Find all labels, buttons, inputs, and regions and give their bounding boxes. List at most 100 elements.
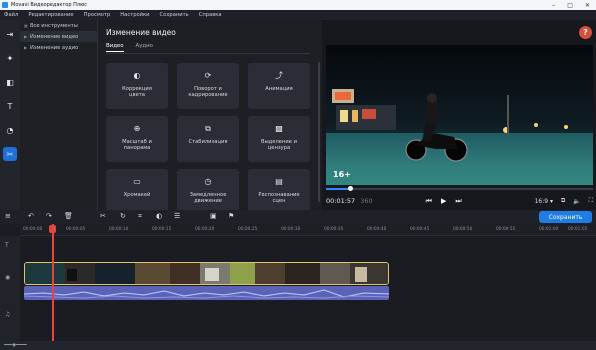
properties-icon[interactable]: ☰: [174, 212, 180, 220]
zoom-slider[interactable]: ━━━◉━━━━: [4, 343, 27, 348]
tools-tree: ▦ Все инструменты ▶ Изменение видео ▶ Измен…: [20, 20, 98, 210]
menu-save[interactable]: Сохранить: [160, 12, 189, 18]
add-track-icon[interactable]: ≡: [5, 212, 11, 220]
menu-edit[interactable]: Редактирование: [28, 12, 73, 18]
maximize-icon[interactable]: □: [567, 2, 573, 9]
tool-label: Масштаб и панорама: [122, 139, 152, 151]
ruler-tick: 00:00:30: [281, 227, 301, 232]
magic-wand-icon[interactable]: ✦: [3, 51, 17, 65]
ruler-tick: 00:00:55: [496, 227, 516, 232]
seek-bar[interactable]: [326, 186, 593, 191]
ruler-tick: 00:00:45: [410, 227, 430, 232]
tool-label: Распознавание сцен: [258, 192, 300, 204]
tool-zoom-pan[interactable]: ⊕ Масштаб и панорама: [106, 116, 168, 162]
save-button[interactable]: Сохранить: [539, 211, 592, 223]
menu-settings[interactable]: Настройки: [120, 12, 149, 18]
ruler-tick: 00:00:25: [238, 227, 258, 232]
tab-video[interactable]: Видео: [106, 43, 124, 52]
panel-scrollbar[interactable]: [318, 62, 320, 202]
stickers-icon[interactable]: ◔: [3, 123, 17, 137]
cut-icon[interactable]: ✂: [100, 212, 106, 220]
playback-controls: 00:01:57 360 ⏮ ▶ ⏭ 16:9 ▾ ⧉ 🔈 ⛶: [326, 195, 593, 207]
detach-preview-icon[interactable]: ⧉: [561, 197, 565, 205]
titles-icon[interactable]: T: [3, 99, 17, 113]
text-track-icon: T: [5, 242, 9, 249]
tool-label: Хромакей: [123, 192, 151, 198]
redo-icon[interactable]: ↷: [46, 212, 52, 220]
minimize-icon[interactable]: –: [552, 2, 555, 9]
preview-area: ? 16+ 00:01:57 360 ⏮ ▶ ⏭ 16:9 ▾ ⧉ 🔈 ⛶: [322, 20, 596, 210]
tool-label: Выделение и цензура: [261, 139, 297, 151]
undo-icon[interactable]: ↶: [28, 212, 34, 220]
menu-view[interactable]: Просмотр: [84, 12, 111, 18]
track-headers: T ◉ ♫: [0, 236, 20, 341]
tool-stabilization[interactable]: ⧉ Стабилизация: [177, 116, 239, 162]
tab-audio[interactable]: Аудио: [136, 43, 153, 52]
tool-color-correction[interactable]: ◐ Коррекция цвета: [106, 63, 168, 109]
color-correction-icon: ◐: [133, 71, 141, 80]
ruler-tick: 00:00:50: [453, 227, 473, 232]
video-track-icon: ◉: [5, 274, 11, 281]
record-icon[interactable]: ▣: [210, 212, 217, 220]
help-icon[interactable]: ?: [579, 26, 592, 39]
crop-rotate-icon: ⟳: [204, 71, 212, 80]
tree-item-label: Изменение видео: [30, 33, 79, 40]
timeline-toolbar: ≡ ↶ ↷ 🗑 ✂ ↻ ⌗ ◐ ☰ ▣ ⚑ Сохранить: [0, 210, 596, 224]
tool-chroma-key[interactable]: ▭ Хромакей: [106, 169, 168, 215]
highlight-censor-icon: ▩: [275, 124, 283, 133]
tools-icon[interactable]: ✂: [3, 147, 17, 161]
menu-help[interactable]: Справка: [199, 12, 222, 18]
fullscreen-icon[interactable]: ⛶: [589, 197, 593, 205]
aspect-ratio-select[interactable]: 16:9 ▾: [535, 198, 553, 205]
tool-highlight-censor[interactable]: ▩ Выделение и цензура: [248, 116, 310, 162]
app-window: Movavi Видеоредактор Плюс – □ ✕ Файл Ред…: [0, 0, 596, 350]
seek-handle[interactable]: [348, 186, 354, 191]
next-frame-icon[interactable]: ⏭: [455, 197, 461, 206]
tool-label: Анимация: [265, 86, 293, 92]
ruler-tick: 00:00:05: [66, 227, 86, 232]
slow-motion-icon: ◷: [204, 177, 212, 186]
tree-item-video-editing[interactable]: ▶ Изменение видео: [20, 31, 97, 42]
tool-animation[interactable]: ⤴ Анимация: [248, 63, 310, 109]
video-frame: 16+: [326, 45, 593, 185]
marker-icon[interactable]: ⚑: [228, 212, 234, 220]
video-clip[interactable]: [24, 262, 389, 285]
tree-item-audio-editing[interactable]: ▶ Изменение аудио: [20, 42, 97, 53]
music-track-icon: ♫: [5, 311, 11, 318]
delete-icon[interactable]: 🗑: [64, 212, 73, 220]
title-bar: Movavi Видеоредактор Плюс – □ ✕: [0, 0, 596, 10]
timeline-ruler[interactable]: 00:00:00 00:00:05 00:00:10 00:00:15 00:0…: [20, 224, 596, 236]
audio-waveform[interactable]: [23, 286, 390, 300]
panel-title: Изменение видео: [106, 28, 176, 37]
zoom-pan-icon: ⊕: [133, 124, 141, 133]
tree-item-all-tools[interactable]: ▦ Все инструменты: [20, 20, 97, 31]
crop-icon[interactable]: ⌗: [138, 212, 142, 221]
transitions-icon[interactable]: ◧: [3, 75, 17, 89]
tool-slow-motion[interactable]: ◷ Замедленное движение: [177, 169, 239, 215]
playhead-line[interactable]: [52, 224, 54, 342]
close-icon[interactable]: ✕: [585, 2, 590, 9]
clip-thumbnails: [25, 263, 388, 284]
rotate-icon[interactable]: ↻: [120, 212, 126, 220]
timecode: 00:01:57: [326, 197, 356, 205]
previous-frame-icon[interactable]: ⏮: [426, 197, 432, 206]
waveform-graphic: [23, 289, 390, 299]
tool-scene-detection[interactable]: ▤ Распознавание сцен: [248, 169, 310, 215]
window-title: Movavi Видеоредактор Плюс: [11, 2, 88, 8]
menu-file[interactable]: Файл: [4, 12, 18, 18]
animation-icon: ⤴: [275, 71, 283, 80]
app-logo-icon: [2, 2, 8, 8]
import-icon[interactable]: ⇥: [3, 27, 17, 41]
play-icon[interactable]: ▶: [441, 197, 446, 206]
ruler-tick: 00:00:00: [23, 227, 43, 232]
ruler-tick: 00:00:35: [324, 227, 344, 232]
color-adjust-icon[interactable]: ◐: [156, 212, 162, 220]
timeline-tracks: T ◉ ♫: [0, 236, 596, 341]
ruler-tick: 00:00:15: [152, 227, 172, 232]
ruler-tick: 00:00:10: [109, 227, 129, 232]
tool-label: Стабилизация: [188, 139, 228, 145]
menu-bar: Файл Редактирование Просмотр Настройки С…: [0, 10, 596, 20]
ruler-tick: 00:00:40: [367, 227, 387, 232]
tool-crop-rotate[interactable]: ⟳ Поворот и кадрирование: [177, 63, 239, 109]
volume-icon[interactable]: 🔈: [573, 198, 580, 205]
